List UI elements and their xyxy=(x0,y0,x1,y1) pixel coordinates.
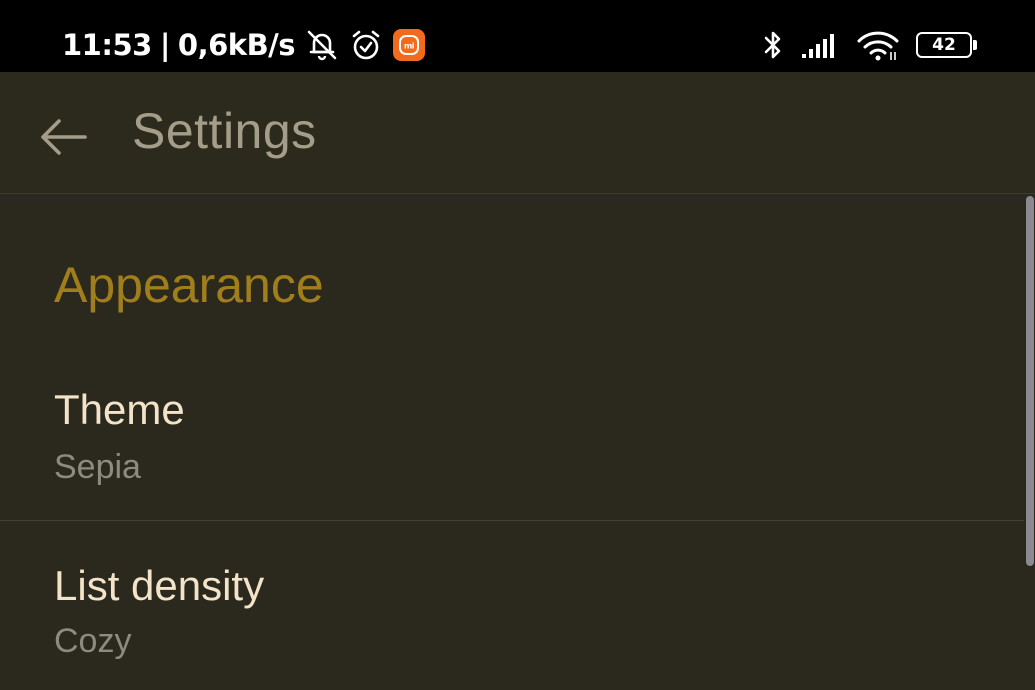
status-separator: | xyxy=(159,28,171,62)
arrow-back-icon xyxy=(37,116,89,158)
bluetooth-icon xyxy=(762,28,784,62)
mi-app-icon: mi xyxy=(393,29,426,61)
cell-signal-icon xyxy=(800,30,840,60)
preference-title: Theme xyxy=(54,386,185,433)
battery-level: 42 xyxy=(932,35,956,55)
status-bar: 11:53 | 0,6kB/s mi 42 xyxy=(0,0,1035,72)
bell-off-icon xyxy=(305,28,339,62)
divider xyxy=(0,520,1024,521)
wifi-icon xyxy=(856,28,900,62)
preference-summary: Sepia xyxy=(54,448,141,486)
back-button[interactable] xyxy=(24,100,102,174)
preference-title: List density xyxy=(54,562,265,609)
preference-theme[interactable]: Theme Sepia xyxy=(0,370,1024,520)
scrollbar-thumb[interactable] xyxy=(1026,196,1034,566)
section-header-appearance: Appearance xyxy=(54,257,324,313)
app-bar: Settings xyxy=(0,72,1035,194)
page-title: Settings xyxy=(132,103,317,159)
preference-list-density[interactable]: List density Cozy xyxy=(0,522,1024,690)
preference-summary: Cozy xyxy=(54,622,132,660)
clock: 11:53 xyxy=(62,28,152,62)
alarm-icon xyxy=(349,28,383,62)
network-speed: 0,6kB/s xyxy=(177,28,296,62)
battery-icon: 42 xyxy=(916,32,977,58)
svg-text:mi: mi xyxy=(404,42,415,51)
